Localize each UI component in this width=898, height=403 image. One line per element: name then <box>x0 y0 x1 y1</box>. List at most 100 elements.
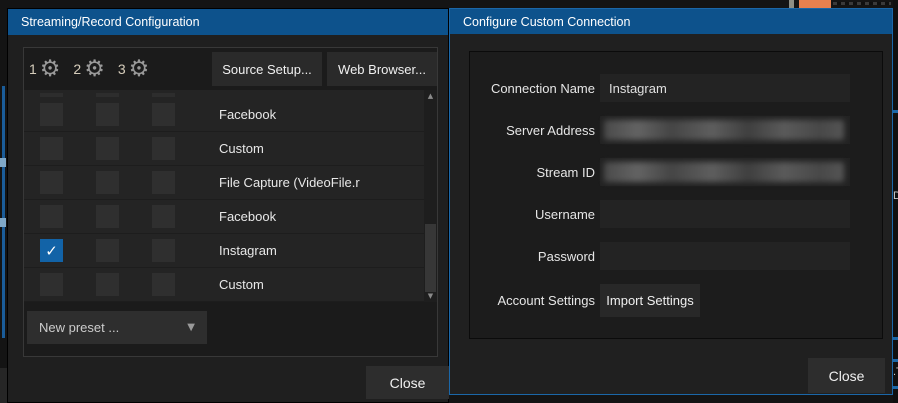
preset-checkbox-1[interactable] <box>40 137 63 160</box>
background-blue-tick <box>893 337 898 340</box>
preset-row-name: Instagram <box>219 243 277 258</box>
field-label: Connection Name <box>470 81 595 96</box>
background-tick-fragment <box>789 0 794 8</box>
source-setup-button[interactable]: Source Setup... <box>212 52 322 86</box>
account-settings-label: Account Settings <box>470 293 595 308</box>
preset-row[interactable]: Custom <box>24 132 437 166</box>
preset-checkbox-2[interactable] <box>96 137 119 160</box>
preset-row-name: Custom <box>219 141 264 156</box>
background-text-fragment: D <box>893 190 898 202</box>
preset-list-scrollbar[interactable]: ▲ ▼ <box>424 90 437 302</box>
preset-slot-row: 1 ⚙ 2 ⚙ 3 ⚙ Source Setup... Web Browser.… <box>24 48 437 90</box>
background-window-border-fragment <box>2 86 5 338</box>
preset-list[interactable]: Facebook Custom File Capture (VideoFile.… <box>24 90 437 302</box>
preset-checkbox-2[interactable] <box>96 103 119 126</box>
preset-row-name: File Capture (VideoFile.r <box>219 175 360 190</box>
background-blue-tick <box>893 386 898 389</box>
background-orange-fragment <box>799 0 831 8</box>
checkbox-fragment <box>96 93 119 97</box>
background-blue-tick <box>893 110 898 113</box>
preset-checkbox-1[interactable] <box>40 171 63 194</box>
preset-checkbox-2[interactable] <box>96 171 119 194</box>
preset-row[interactable]: ✓ Instagram <box>24 234 437 268</box>
scrollbar-thumb[interactable] <box>425 224 436 292</box>
left-close-button[interactable]: Close <box>366 366 449 399</box>
preset-checkbox-1[interactable] <box>40 205 63 228</box>
new-preset-dropdown[interactable]: New preset ... ▼ <box>27 311 207 344</box>
connection-form-panel: Connection Name Instagram Server Address… <box>469 51 883 339</box>
left-dialog-titlebar[interactable]: Streaming/Record Configuration <box>8 9 448 35</box>
chevron-down-icon: ▼ <box>187 322 195 333</box>
account-settings-row: Account Settings Import Settings <box>470 284 882 317</box>
preset-checkbox-3[interactable] <box>152 171 175 194</box>
scrolled-row-fragment <box>24 90 437 98</box>
connection-fields: Connection Name Instagram Server Address… <box>470 74 882 270</box>
preset-row-name: Facebook <box>219 209 276 224</box>
screen: D .T Streaming/Record Configuration 1 ⚙ … <box>0 0 898 403</box>
preset-list-rows: Facebook Custom File Capture (VideoFile.… <box>24 98 437 302</box>
preset-checkbox-2[interactable] <box>96 205 119 228</box>
preset-checkbox-3[interactable] <box>152 205 175 228</box>
new-preset-dropdown-label: New preset ... <box>39 320 187 335</box>
preset-slot[interactable]: 1 ⚙ <box>29 58 73 81</box>
connection-field-row: Connection Name Instagram <box>470 74 882 102</box>
configure-custom-connection-dialog: Configure Custom Connection Connection N… <box>449 8 893 395</box>
preset-checkbox-3[interactable] <box>152 273 175 296</box>
import-settings-button[interactable]: Import Settings <box>600 284 700 317</box>
preset-checkbox-3[interactable] <box>152 103 175 126</box>
field-label: Username <box>470 207 595 222</box>
preset-slot-number: 1 <box>29 61 37 77</box>
background-text-fragment: .T <box>893 366 898 378</box>
preset-row[interactable]: File Capture (VideoFile.r <box>24 166 437 200</box>
background-dotted-fragment <box>833 2 891 5</box>
field-input[interactable] <box>600 116 850 144</box>
field-input[interactable]: Instagram <box>600 74 850 102</box>
checkbox-fragment <box>152 93 175 97</box>
preset-checkbox-3[interactable] <box>152 239 175 262</box>
preset-row[interactable]: Custom <box>24 268 437 302</box>
field-label: Server Address <box>470 123 595 138</box>
preset-header-buttons: Source Setup... Web Browser... <box>207 52 437 86</box>
field-input[interactable] <box>600 200 850 228</box>
gear-icon[interactable]: ⚙ <box>40 58 61 81</box>
preset-checkbox-2[interactable] <box>96 239 119 262</box>
preset-slot-number: 2 <box>73 61 81 77</box>
connection-field-row: Username <box>470 200 882 228</box>
connection-field-row: Server Address <box>470 116 882 144</box>
preset-panel: 1 ⚙ 2 ⚙ 3 ⚙ Source Setup... Web Browser.… <box>23 47 438 357</box>
field-label: Stream ID <box>470 165 595 180</box>
preset-slot[interactable]: 3 ⚙ <box>118 58 162 81</box>
preset-checkbox-1[interactable] <box>40 273 63 296</box>
preset-checkbox-2[interactable] <box>96 273 119 296</box>
background-blue-tick <box>893 359 898 362</box>
gear-icon[interactable]: ⚙ <box>129 58 150 81</box>
field-input[interactable] <box>600 158 850 186</box>
background-tick-fragment <box>0 218 6 227</box>
preset-row-name: Facebook <box>219 107 276 122</box>
right-close-button[interactable]: Close <box>808 358 885 393</box>
web-browser-button[interactable]: Web Browser... <box>327 52 437 86</box>
preset-slot[interactable]: 2 ⚙ <box>73 58 117 81</box>
field-value: Instagram <box>609 81 667 96</box>
background-right-edge-strip: D .T <box>893 0 898 403</box>
field-input[interactable] <box>600 242 850 270</box>
preset-checkbox-3[interactable] <box>152 137 175 160</box>
gear-icon[interactable]: ⚙ <box>84 58 105 81</box>
scroll-up-icon[interactable]: ▲ <box>424 90 437 102</box>
connection-field-row: Stream ID <box>470 158 882 186</box>
left-dialog-title: Streaming/Record Configuration <box>21 15 200 29</box>
preset-checkbox-1[interactable]: ✓ <box>40 239 63 262</box>
right-dialog-titlebar[interactable]: Configure Custom Connection <box>450 9 892 34</box>
preset-row[interactable]: Facebook <box>24 200 437 234</box>
scroll-down-icon[interactable]: ▼ <box>424 290 437 302</box>
streaming-record-configuration-dialog: Streaming/Record Configuration 1 ⚙ 2 ⚙ 3… <box>7 8 449 403</box>
field-label: Password <box>470 249 595 264</box>
checkbox-fragment <box>40 93 63 97</box>
preset-checkbox-1[interactable] <box>40 103 63 126</box>
connection-field-row: Password <box>470 242 882 270</box>
preset-slot-number: 3 <box>118 61 126 77</box>
preset-row[interactable]: Facebook <box>24 98 437 132</box>
background-tick-fragment <box>0 158 6 167</box>
preset-footer: New preset ... ▼ <box>24 302 437 358</box>
right-dialog-title: Configure Custom Connection <box>463 15 630 29</box>
